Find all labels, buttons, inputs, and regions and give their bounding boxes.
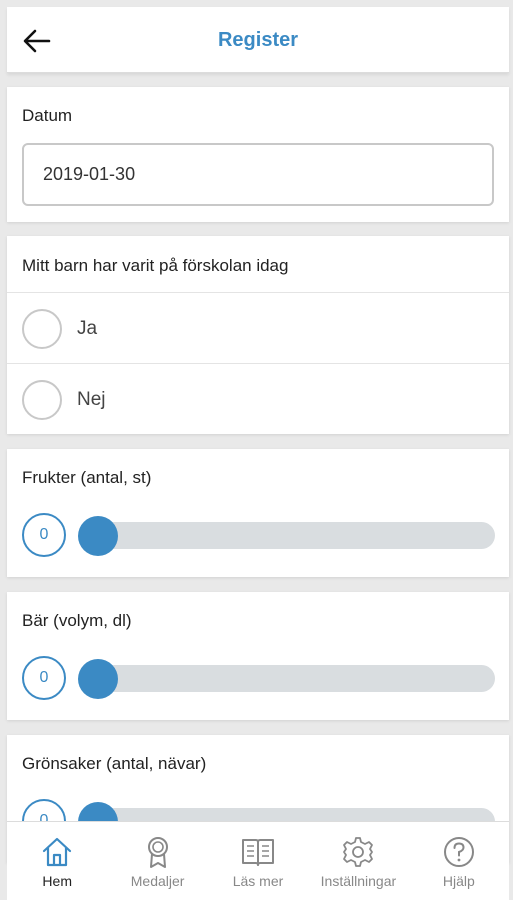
radio-option-nej[interactable]: Nej bbox=[7, 363, 509, 434]
berry-label: Bär (volym, dl) bbox=[22, 611, 132, 630]
medal-icon bbox=[147, 837, 168, 868]
page-title: Register bbox=[217, 29, 299, 51]
radio-button-nej[interactable] bbox=[22, 380, 62, 420]
berry-slider-card: Bär (volym, dl) 0 bbox=[7, 592, 509, 720]
nav-item-medals[interactable]: Medaljer bbox=[107, 822, 207, 900]
home-icon bbox=[43, 837, 72, 867]
radio-option-ja[interactable]: Ja bbox=[7, 292, 509, 363]
fruit-slider-thumb[interactable] bbox=[78, 516, 118, 556]
nav-label-medals: Medaljer bbox=[130, 873, 185, 889]
attendance-card: Mitt barn har varit på förskolan idag Ja… bbox=[7, 236, 509, 434]
nav-item-settings[interactable]: Inställningar bbox=[308, 822, 408, 900]
fruit-slider-track[interactable] bbox=[78, 516, 495, 556]
vegetable-label: Grönsaker (antal, nävar) bbox=[22, 754, 207, 773]
nav-label-home: Hem bbox=[42, 873, 72, 889]
berry-slider-track[interactable] bbox=[78, 659, 495, 699]
date-label: Datum bbox=[22, 106, 73, 125]
nav-label-read-more: Läs mer bbox=[232, 873, 284, 889]
nav-item-home[interactable]: Hem bbox=[7, 822, 107, 900]
radio-label-ja: Ja bbox=[77, 318, 98, 339]
app-header: Register bbox=[7, 7, 509, 73]
nav-label-settings: Inställningar bbox=[320, 873, 397, 889]
date-card: Datum bbox=[7, 87, 509, 222]
fruit-slider-card: Frukter (antal, st) 0 bbox=[7, 449, 509, 577]
register-screen: Register Datum Mitt barn har varit på fö… bbox=[0, 0, 513, 900]
radio-button-ja[interactable] bbox=[22, 309, 62, 349]
gear-icon bbox=[343, 837, 374, 867]
bottom-navigation: Hem Medaljer Läs mer Inställningar Hjälp bbox=[7, 821, 509, 900]
nav-item-read-more[interactable]: Läs mer bbox=[208, 822, 308, 900]
date-input[interactable] bbox=[22, 143, 494, 206]
radio-label-nej: Nej bbox=[77, 389, 106, 410]
nav-item-help[interactable]: Hjälp bbox=[409, 822, 509, 900]
help-icon bbox=[443, 837, 474, 867]
fruit-value-badge: 0 bbox=[22, 513, 66, 557]
berry-value-badge: 0 bbox=[22, 656, 66, 700]
attendance-question: Mitt barn har varit på förskolan idag bbox=[22, 256, 289, 275]
book-icon bbox=[242, 839, 275, 866]
fruit-label: Frukter (antal, st) bbox=[22, 468, 152, 487]
berry-slider-thumb[interactable] bbox=[78, 659, 118, 699]
nav-label-help: Hjälp bbox=[442, 873, 475, 889]
